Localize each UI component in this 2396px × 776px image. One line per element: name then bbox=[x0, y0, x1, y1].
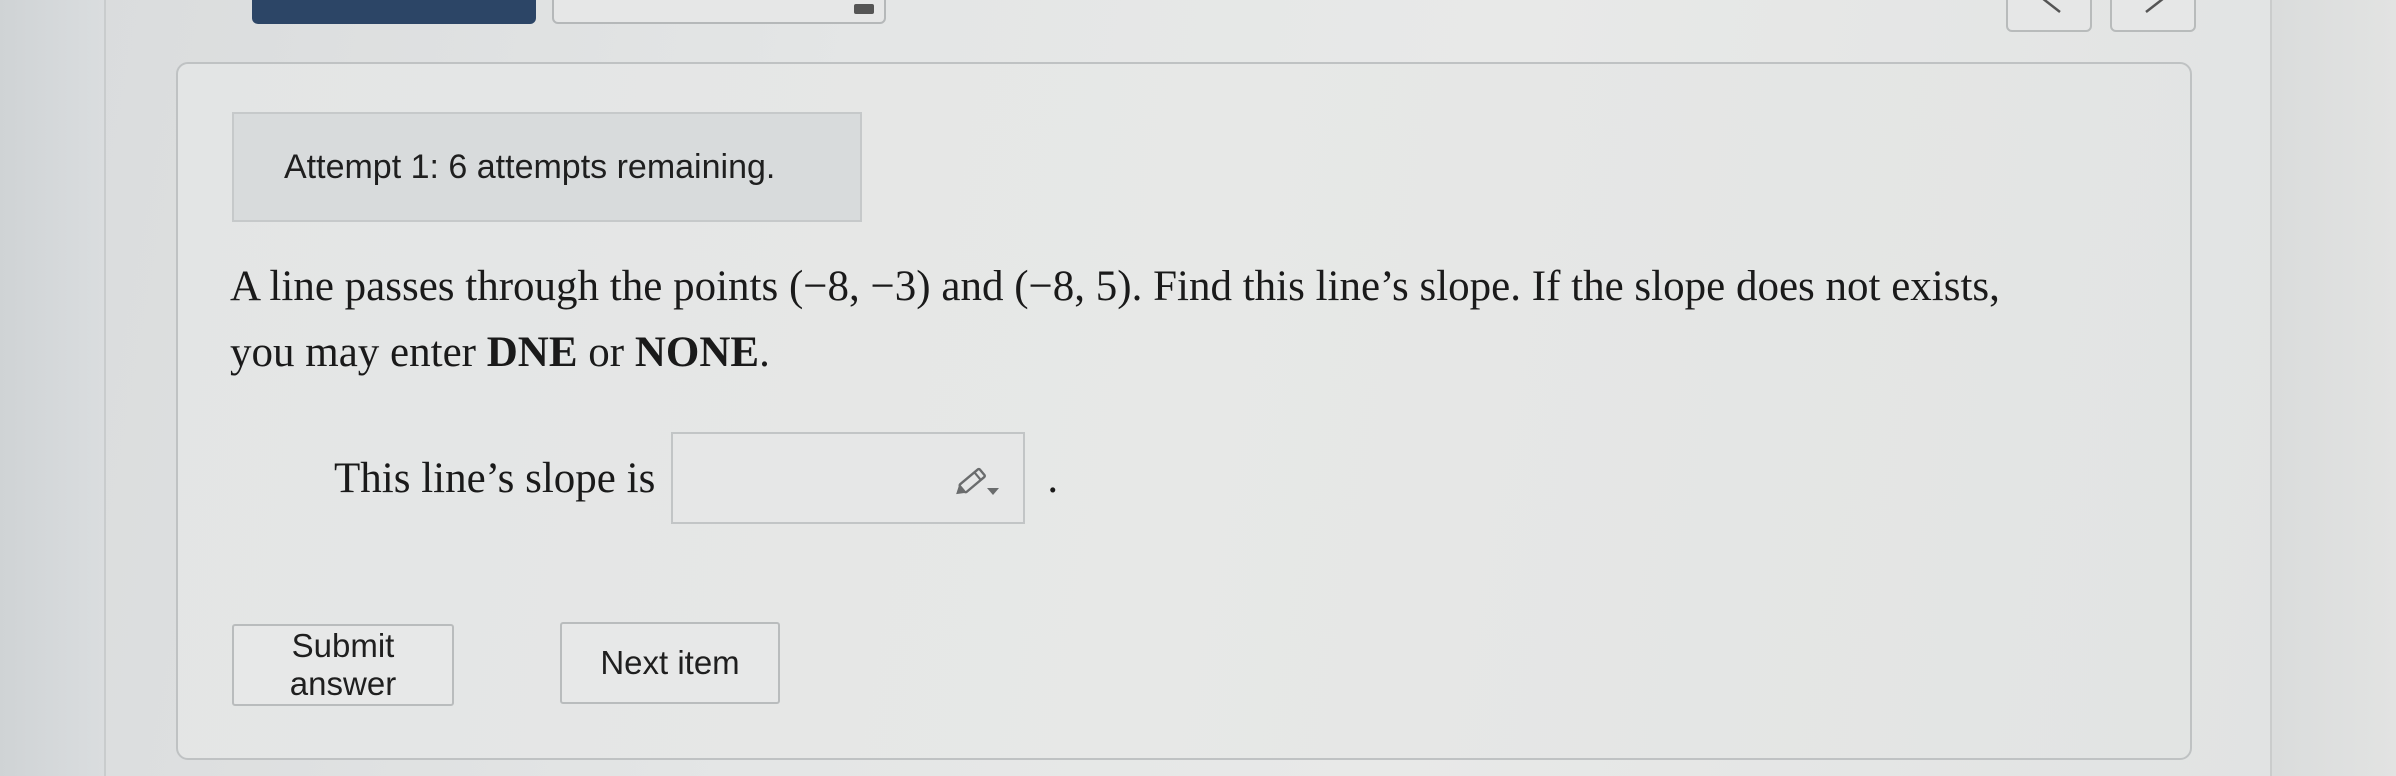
attempts-banner: Attempt 1: 6 attempts remaining. bbox=[232, 112, 862, 222]
question-line2-or: or bbox=[577, 329, 635, 376]
page-right-margin bbox=[2270, 0, 2396, 776]
document-icon bbox=[854, 4, 874, 14]
question-line1-prefix: A line passes through the points bbox=[230, 263, 789, 310]
top-submit-answer-button[interactable] bbox=[252, 0, 536, 24]
question-card: Attempt 1: 6 attempts remaining. A line … bbox=[176, 62, 2192, 760]
pencil-dropdown-icon[interactable] bbox=[955, 460, 1001, 500]
question-none: NONE bbox=[634, 329, 760, 376]
answer-row: This line’s slope is . bbox=[334, 432, 1058, 524]
next-item-button[interactable]: Next item bbox=[560, 622, 780, 704]
question-point-2: (−8, 5) bbox=[1014, 263, 1132, 310]
question-line1-and: and bbox=[930, 263, 1015, 310]
chevron-left-icon bbox=[2042, 0, 2061, 13]
question-line2-suffix: . bbox=[759, 329, 770, 376]
attempts-text: Attempt 1: 6 attempts remaining. bbox=[284, 147, 776, 186]
answer-period: . bbox=[1047, 454, 1059, 502]
question-dne: DNE bbox=[486, 329, 578, 376]
question-line2-prefix: you may enter bbox=[230, 329, 487, 376]
question-point-1: (−8, −3) bbox=[788, 263, 931, 310]
slope-answer-box[interactable] bbox=[671, 432, 1026, 524]
question-text: A line passes through the points (−8, −3… bbox=[230, 254, 2150, 386]
submit-answer-button[interactable]: Submit answer bbox=[232, 624, 454, 706]
top-practice-similar-button[interactable] bbox=[552, 0, 886, 24]
next-question-button[interactable] bbox=[2110, 0, 2196, 32]
slope-input[interactable] bbox=[673, 434, 964, 522]
page-left-margin bbox=[0, 0, 106, 776]
previous-question-button[interactable] bbox=[2006, 0, 2092, 32]
chevron-right-icon bbox=[2145, 0, 2164, 13]
question-line1-suffix: . Find this line’s slope. If the slope d… bbox=[1131, 263, 2000, 310]
answer-label: This line’s slope is bbox=[334, 454, 656, 502]
